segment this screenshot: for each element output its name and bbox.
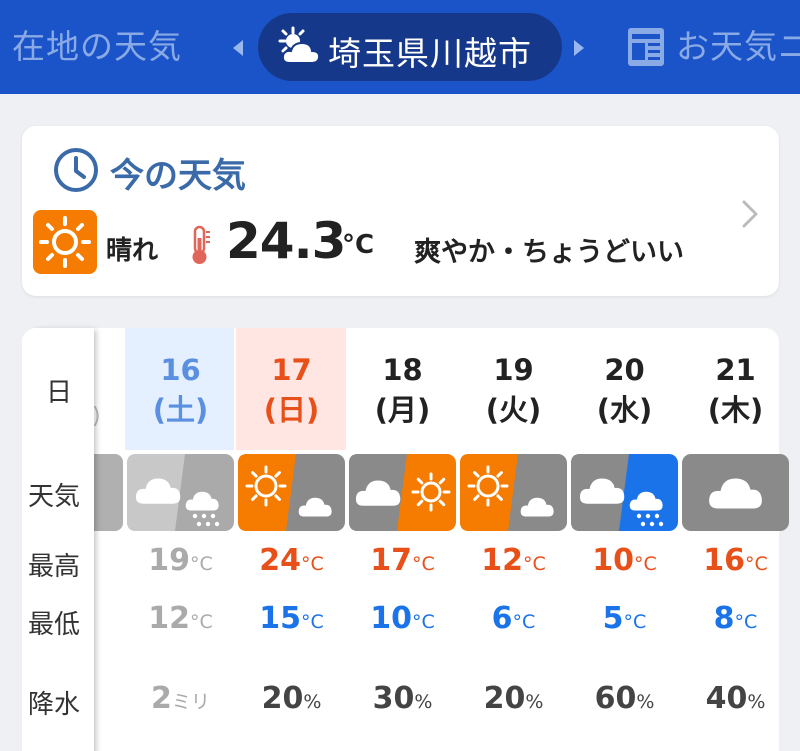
forecast-high: 24°C: [236, 543, 347, 578]
sun-icon: [33, 210, 97, 274]
forecast-high-unit: °C: [633, 553, 657, 575]
forecast-precip-value: 2: [151, 681, 172, 716]
forecast-day-of-week: (木): [707, 393, 764, 427]
forecast-date: 21 (木): [680, 350, 791, 430]
top-navigation-bar: 在地の天気 埼玉県川越市 お天気ニ: [0, 0, 800, 94]
forecast-precip-unit: %: [525, 691, 544, 713]
forecast-high-value: 19: [148, 543, 190, 578]
newspaper-icon[interactable]: [626, 26, 666, 68]
current-weather-title: 今の天気: [110, 156, 246, 196]
forecast-high-value: 24: [259, 543, 301, 578]
forecast-low-value: 8: [713, 601, 735, 636]
forecast-high-unit: °C: [189, 553, 213, 575]
sun-behind-cloud-icon: [278, 26, 321, 64]
forecast-low-unit: °C: [189, 611, 213, 633]
current-city-tab[interactable]: 埼玉県川越市: [258, 13, 562, 81]
forecast-low-value: 12: [148, 601, 190, 636]
forecast-day-number: 21: [715, 353, 756, 387]
forecast-low-unit: °C: [512, 611, 536, 633]
current-temperature: 24.3: [226, 212, 346, 270]
forecast-low-value: 10: [370, 601, 412, 636]
forecast-low: 6°C: [458, 601, 569, 636]
forecast-high-unit: °C: [300, 553, 324, 575]
forecast-high-unit: °C: [411, 553, 435, 575]
prev-column-icon-fragment: [94, 454, 123, 531]
forecast-precip: 40%: [680, 681, 791, 716]
forecast-date: 19 (火): [458, 350, 569, 430]
forecast-precip-unit: %: [636, 691, 655, 713]
row-label-weather: 天気: [28, 482, 81, 512]
forecast-low: 12°C: [125, 601, 236, 636]
forecast-low: 10°C: [347, 601, 458, 636]
forecast-high: 12°C: [458, 543, 569, 578]
forecast-precip-value: 60: [594, 681, 637, 716]
tab-weather-news[interactable]: お天気ニ: [676, 20, 800, 68]
tab-local-weather[interactable]: 在地の天気: [12, 20, 182, 68]
forecast-high-value: 16: [703, 543, 745, 578]
forecast-precip-unit: %: [747, 691, 766, 713]
forecast-day-number: 18: [382, 353, 423, 387]
forecast-low-unit: °C: [623, 611, 647, 633]
forecast-low: 15°C: [236, 601, 347, 636]
forecast-date: 17 (日): [236, 350, 347, 430]
forecast-precip-unit: ミリ: [171, 691, 210, 713]
chevron-right-icon[interactable]: [738, 198, 762, 230]
forecast-precip-unit: %: [414, 691, 433, 713]
thermometer-icon: [192, 225, 210, 264]
forecast-high-unit: °C: [744, 553, 768, 575]
forecast-precip-value: 20: [483, 681, 526, 716]
forecast-date: 20 (水): [569, 350, 680, 430]
forecast-day-number: 19: [493, 353, 534, 387]
forecast-day-of-week: (月): [374, 393, 431, 427]
current-temperature-unit: °C: [342, 230, 375, 260]
row-label-date: 日: [46, 378, 73, 408]
current-weather-card[interactable]: 今の天気 晴れ 24.3 °C 爽やか・ちょうどいい: [22, 126, 779, 296]
forecast-high: 10°C: [569, 543, 680, 578]
prev-tab-arrow-icon[interactable]: [233, 40, 243, 56]
forecast-day-number: 16: [160, 353, 201, 387]
current-city-name: 埼玉県川越市: [328, 34, 532, 73]
forecast-high: 17°C: [347, 543, 458, 578]
forecast-precip-unit: %: [303, 691, 322, 713]
forecast-high: 19°C: [125, 543, 236, 578]
forecast-low-unit: °C: [300, 611, 324, 633]
forecast-day-of-week: (火): [485, 393, 542, 427]
forecast-low: 5°C: [569, 601, 680, 636]
forecast-low-value: 5: [602, 601, 624, 636]
forecast-precip-value: 20: [261, 681, 304, 716]
forecast-precip-value: 40: [705, 681, 748, 716]
current-condition: 晴れ: [106, 236, 159, 266]
clock-icon: [54, 148, 98, 192]
forecast-high-value: 17: [370, 543, 412, 578]
forecast-precip: 2ミリ: [125, 681, 236, 716]
forecast-date: 16 (土): [125, 350, 236, 430]
forecast-high-value: 10: [592, 543, 634, 578]
forecast-precip-value: 30: [372, 681, 415, 716]
current-feel-description: 爽やか・ちょうどいい: [414, 237, 684, 268]
forecast-day-of-week: (水): [596, 393, 653, 427]
forecast-day-of-week: (日): [263, 393, 320, 427]
next-tab-arrow-icon[interactable]: [574, 40, 584, 56]
forecast-high: 16°C: [680, 543, 791, 578]
forecast-day-number: 20: [604, 353, 645, 387]
forecast-high-unit: °C: [522, 553, 546, 575]
row-label-low: 最低: [28, 610, 81, 640]
forecast-day-number: 17: [271, 353, 312, 387]
row-label-high: 最高: [28, 552, 81, 582]
forecast-precip: 30%: [347, 681, 458, 716]
forecast-day-of-week: (土): [152, 393, 209, 427]
forecast-high-value: 12: [481, 543, 523, 578]
forecast-precip: 20%: [458, 681, 569, 716]
forecast-low-unit: °C: [411, 611, 435, 633]
forecast-low-unit: °C: [734, 611, 758, 633]
forecast-precip: 20%: [236, 681, 347, 716]
forecast-date: 18 (月): [347, 350, 458, 430]
forecast-low: 8°C: [680, 601, 791, 636]
forecast-low-value: 15: [259, 601, 301, 636]
row-label-precip: 降水: [28, 690, 81, 720]
forecast-low-value: 6: [491, 601, 513, 636]
forecast-precip: 60%: [569, 681, 680, 716]
